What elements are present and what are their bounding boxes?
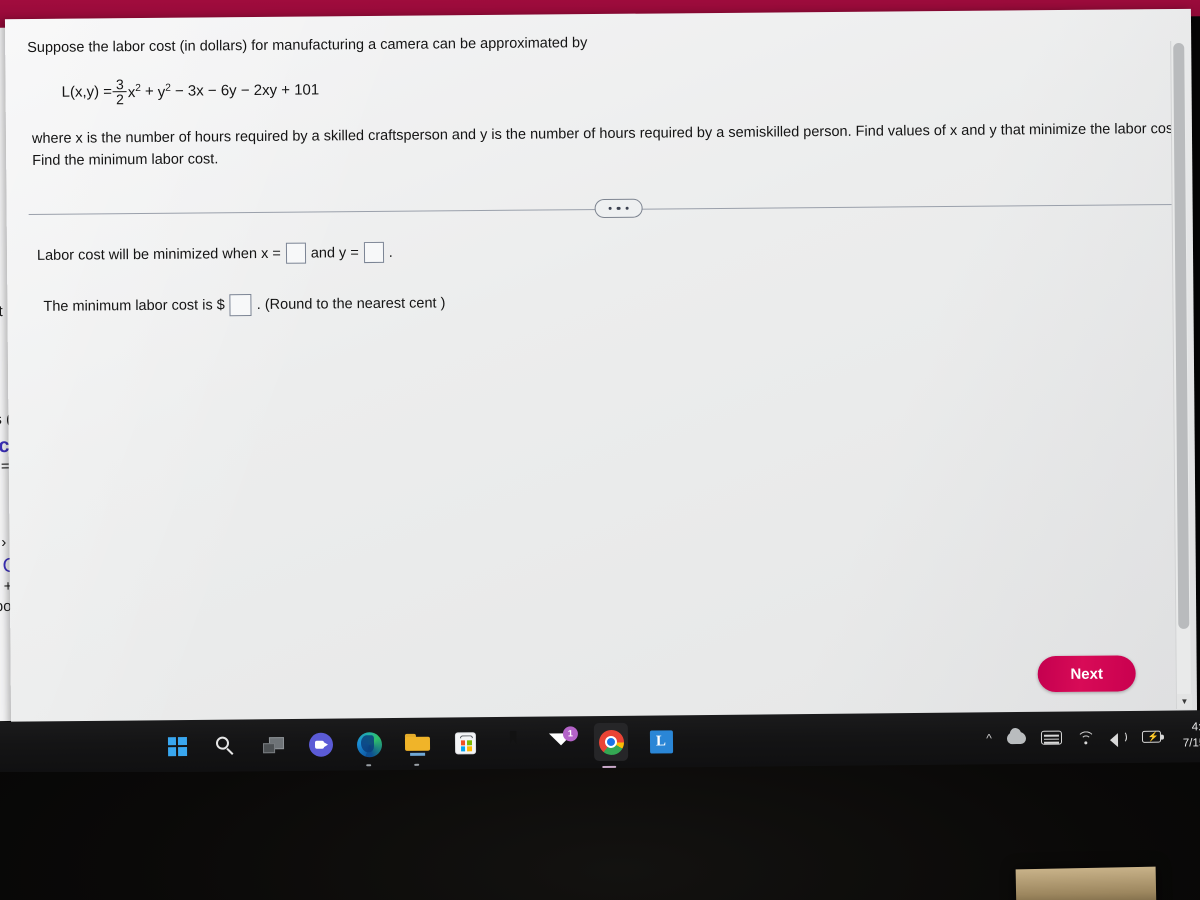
search-icon: [215, 736, 234, 755]
formula-lhs: L(x,y) =: [61, 83, 113, 101]
formula-plus: +: [144, 82, 154, 100]
answer-period: .: [388, 244, 393, 261]
more-options-button[interactable]: [594, 198, 643, 219]
monitor-screen: › E el 2. (( nd-a 9x udent culus ( funct…: [0, 0, 1200, 772]
taskbar-item-edge[interactable]: [354, 729, 384, 759]
answer-label-x: Labor cost will be minimized when x =: [36, 245, 281, 264]
next-button[interactable]: Next: [1037, 655, 1136, 693]
scroll-down-arrow-icon[interactable]: ▼: [1176, 693, 1193, 709]
answer-row-cost: The minimum labor cost is $ . (Round to …: [43, 287, 1037, 318]
chevron-up-icon[interactable]: ^: [986, 731, 992, 745]
clock[interactable]: 4:05 AM 7/15/2022: [1183, 720, 1200, 752]
question-where: where x is the number of hours required …: [31, 121, 1182, 169]
y-input[interactable]: [363, 241, 384, 264]
taskbar-item-mail[interactable]: 1: [546, 725, 578, 757]
taskbar-item-microsoft-store[interactable]: [450, 728, 480, 758]
l-app-icon: L: [649, 729, 673, 754]
mail-icon: 1: [548, 725, 578, 752]
answer-row-xy: Labor cost will be minimized when x = an…: [37, 236, 1037, 266]
screenshot-root: › E el 2. (( nd-a 9x udent culus ( funct…: [0, 0, 1200, 900]
edge-icon: [356, 731, 382, 757]
ellipsis-dot: [625, 206, 629, 211]
clock-time: 4:05 AM: [1191, 721, 1200, 734]
keyboard-icon[interactable]: [1040, 730, 1062, 745]
taskbar-item-mcafee[interactable]: [498, 728, 528, 758]
microsoft-store-icon: [454, 732, 476, 755]
ellipsis-dot: [608, 206, 612, 211]
section-divider: [28, 191, 1179, 227]
taskbar-icon-group: 1 L: [162, 715, 676, 772]
answer-label-cost: The minimum labor cost is $: [43, 297, 225, 315]
fraction-numerator: 3: [115, 75, 124, 92]
windows-taskbar: 1 L ^ ⚡ 4:05 7/15/2022: [0, 709, 1200, 772]
x-input[interactable]: [285, 242, 306, 264]
formula-term-x: x2: [127, 82, 142, 101]
windows-start-icon: [167, 736, 187, 756]
volume-icon[interactable]: [1109, 730, 1127, 748]
question-intro: Suppose the labor cost (in dollars) for …: [27, 35, 588, 56]
task-view-icon: [262, 737, 284, 754]
teams-icon: [308, 732, 334, 757]
minimum-cost-input[interactable]: [229, 294, 252, 317]
ellipsis-dot: [616, 206, 621, 211]
formula-rest: − 3x − 6y − 2xy + 101: [174, 81, 320, 100]
onedrive-cloud-icon[interactable]: [1006, 731, 1026, 745]
clock-date: 7/15/2022: [1182, 736, 1200, 750]
taskbar-item-search[interactable]: [210, 731, 240, 761]
mcafee-shield-icon: [502, 731, 524, 755]
formula-term-y: y2: [157, 82, 171, 101]
taskbar-item-start[interactable]: [162, 731, 192, 761]
folder-icon: [404, 733, 430, 756]
wifi-icon[interactable]: [1076, 730, 1095, 750]
formula-fraction: 3 2: [113, 75, 127, 107]
exercise-page: Suppose the labor cost (in dollars) for …: [4, 8, 1198, 726]
question-content: Suppose the labor cost (in dollars) for …: [17, 19, 1181, 173]
answer-label-and-y: and y =: [310, 244, 359, 262]
chrome-icon: [598, 729, 624, 755]
taskbar-item-lockdown-browser[interactable]: L: [646, 726, 676, 756]
desk-object: [1015, 866, 1157, 900]
answer-area: Labor cost will be minimized when x = an…: [37, 236, 1038, 318]
fraction-denominator: 2: [113, 91, 127, 107]
taskbar-item-chrome[interactable]: [593, 722, 629, 762]
taskbar-item-task-view[interactable]: [258, 730, 288, 760]
mail-badge-count: 1: [562, 725, 578, 741]
answer-round-note: . (Round to the nearest cent ): [256, 295, 446, 314]
formula: L(x,y) = 3 2 x2 + y2 − 3x − 6y − 2xy + 1…: [61, 68, 1167, 107]
taskbar-item-file-explorer[interactable]: [402, 729, 432, 759]
system-tray: ^ ⚡ 4:05 AM 7/15/2022: [986, 710, 1200, 764]
battery-charging-icon[interactable]: ⚡: [1141, 730, 1164, 743]
taskbar-item-teams[interactable]: [306, 730, 336, 760]
